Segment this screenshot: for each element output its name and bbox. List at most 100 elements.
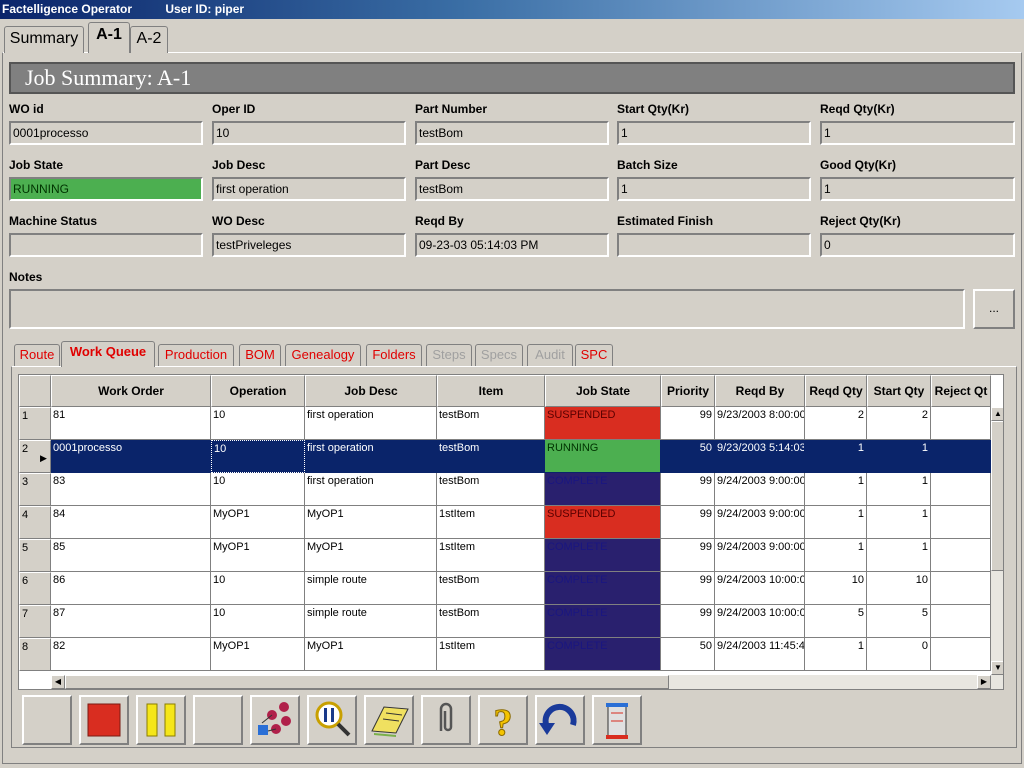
cell-item[interactable]: testBom	[437, 605, 545, 638]
cell-job-desc[interactable]: MyOP1	[305, 638, 437, 671]
cell-job-state[interactable]: COMPLETE	[545, 473, 661, 506]
cell-job-desc[interactable]: first operation	[305, 473, 437, 506]
cell-priority[interactable]: 99	[661, 572, 715, 605]
reject-qty-field[interactable]: 0	[820, 233, 1015, 257]
scroll-right-icon[interactable]: ▶	[977, 675, 991, 689]
routing-button[interactable]	[250, 695, 300, 745]
job-state-field[interactable]: RUNNING	[9, 177, 203, 201]
cell-reqd-by[interactable]: 9/24/2003 9:00:00	[715, 473, 805, 506]
cell-reqd-qty[interactable]: 1	[805, 506, 867, 539]
row-header[interactable]: 1	[19, 407, 51, 440]
row-header[interactable]: 7	[19, 605, 51, 638]
cell-priority[interactable]: 50	[661, 638, 715, 671]
col-header-priority[interactable]: Priority	[661, 375, 715, 407]
tab-audit[interactable]: Audit	[527, 344, 573, 366]
cell-start-qty[interactable]: 10	[867, 572, 931, 605]
col-header-start-qty[interactable]: Start Qty	[867, 375, 931, 407]
cell-reqd-qty[interactable]: 1	[805, 440, 867, 473]
cell-reqd-by[interactable]: 9/24/2003 11:45:4	[715, 638, 805, 671]
cell-start-qty[interactable]: 1	[867, 539, 931, 572]
cell-start-qty[interactable]: 1	[867, 473, 931, 506]
tab-specs[interactable]: Specs	[475, 344, 523, 366]
cell-work-order[interactable]: 82	[51, 638, 211, 671]
cell-job-state[interactable]: SUSPENDED	[545, 407, 661, 440]
table-row[interactable]: 8 82 MyOP1 MyOP1 1stItem COMPLETE 50 9/24/2003 …	[19, 638, 991, 671]
col-header-work-order[interactable]: Work Order	[51, 375, 211, 407]
cell-operation[interactable]: MyOP1	[211, 506, 305, 539]
scroll-down-icon[interactable]: ▼	[991, 661, 1003, 675]
col-header-item[interactable]: Item	[437, 375, 545, 407]
est-finish-field[interactable]	[617, 233, 811, 257]
col-header-reqd-by[interactable]: Reqd By	[715, 375, 805, 407]
cell-priority[interactable]: 99	[661, 473, 715, 506]
notes-field[interactable]	[9, 289, 965, 329]
cell-job-desc[interactable]: MyOP1	[305, 539, 437, 572]
cell-job-state[interactable]: COMPLETE	[545, 572, 661, 605]
col-header-reqd-qty[interactable]: Reqd Qty	[805, 375, 867, 407]
cell-priority[interactable]: 99	[661, 506, 715, 539]
scroll-thumb-h[interactable]	[65, 675, 669, 689]
cell-priority[interactable]: 99	[661, 539, 715, 572]
row-header[interactable]: 5	[19, 539, 51, 572]
notes-browse-button[interactable]: ...	[973, 289, 1015, 329]
tab-a1[interactable]: A-1	[88, 22, 130, 53]
row-header[interactable]: 3	[19, 473, 51, 506]
cell-item[interactable]: testBom	[437, 407, 545, 440]
cell-start-qty[interactable]: 1	[867, 440, 931, 473]
cell-operation[interactable]: MyOP1	[211, 539, 305, 572]
table-row[interactable]: 1 81 10 first operation testBom SUSPENDED 99 9/…	[19, 407, 991, 440]
cell-reject-qty[interactable]	[931, 407, 991, 440]
help-button[interactable]: ?	[478, 695, 528, 745]
cell-reject-qty[interactable]	[931, 539, 991, 572]
table-row[interactable]: 6 86 10 simple route testBom COMPLETE 99 9/24/2…	[19, 572, 991, 605]
cell-work-order[interactable]: 0001processo	[51, 440, 211, 473]
part-number-field[interactable]: testBom	[415, 121, 609, 145]
cell-item[interactable]: 1stItem	[437, 638, 545, 671]
cell-work-order[interactable]: 83	[51, 473, 211, 506]
cell-priority[interactable]: 50	[661, 440, 715, 473]
tower-button[interactable]	[592, 695, 642, 745]
part-desc-field[interactable]: testBom	[415, 177, 609, 201]
cell-reject-qty[interactable]	[931, 638, 991, 671]
col-header-reject-qty[interactable]: Reject Qt	[931, 375, 991, 407]
work-queue-grid[interactable]: Work Order Operation Job Desc Item Job S…	[18, 374, 1004, 690]
cell-operation[interactable]: 10	[211, 407, 305, 440]
cell-reqd-qty[interactable]: 1	[805, 473, 867, 506]
cell-reqd-by[interactable]: 9/23/2003 8:00:00	[715, 407, 805, 440]
cell-item[interactable]: testBom	[437, 473, 545, 506]
tab-spc[interactable]: SPC	[575, 344, 613, 366]
table-row[interactable]: 2 ▶ 0001processo 10 first operation testBom RU…	[19, 440, 991, 473]
cell-reqd-qty[interactable]: 5	[805, 605, 867, 638]
tab-a2[interactable]: A-2	[130, 26, 168, 53]
cell-reject-qty[interactable]	[931, 572, 991, 605]
cell-reqd-qty[interactable]: 10	[805, 572, 867, 605]
inspect-button[interactable]	[307, 695, 357, 745]
attach-button[interactable]	[421, 695, 471, 745]
cell-reqd-by[interactable]: 9/24/2003 10:00:0	[715, 572, 805, 605]
cell-operation[interactable]: 10	[211, 572, 305, 605]
cell-operation[interactable]: 10	[211, 605, 305, 638]
cell-item[interactable]: 1stItem	[437, 539, 545, 572]
cell-work-order[interactable]: 86	[51, 572, 211, 605]
good-qty-field[interactable]: 1	[820, 177, 1015, 201]
job-desc-field[interactable]: first operation	[212, 177, 406, 201]
tab-genealogy[interactable]: Genealogy	[285, 344, 361, 366]
undo-button[interactable]	[535, 695, 585, 745]
row-header[interactable]: 6	[19, 572, 51, 605]
table-row[interactable]: 5 85 MyOP1 MyOP1 1stItem COMPLETE 99 9/24/2003 …	[19, 539, 991, 572]
cell-reject-qty[interactable]	[931, 440, 991, 473]
blank-button-2[interactable]	[193, 695, 243, 745]
notebook-button[interactable]	[364, 695, 414, 745]
tab-route[interactable]: Route	[14, 344, 60, 366]
cell-item[interactable]: 1stItem	[437, 506, 545, 539]
tab-work-queue[interactable]: Work Queue	[61, 341, 155, 367]
cell-start-qty[interactable]: 5	[867, 605, 931, 638]
cell-job-desc[interactable]: first operation	[305, 407, 437, 440]
batch-size-field[interactable]: 1	[617, 177, 811, 201]
cell-start-qty[interactable]: 2	[867, 407, 931, 440]
col-header-job-desc[interactable]: Job Desc	[305, 375, 437, 407]
tab-steps[interactable]: Steps	[426, 344, 472, 366]
pause-button[interactable]	[136, 695, 186, 745]
cell-operation[interactable]: 10	[211, 440, 305, 473]
cell-operation[interactable]: MyOP1	[211, 638, 305, 671]
